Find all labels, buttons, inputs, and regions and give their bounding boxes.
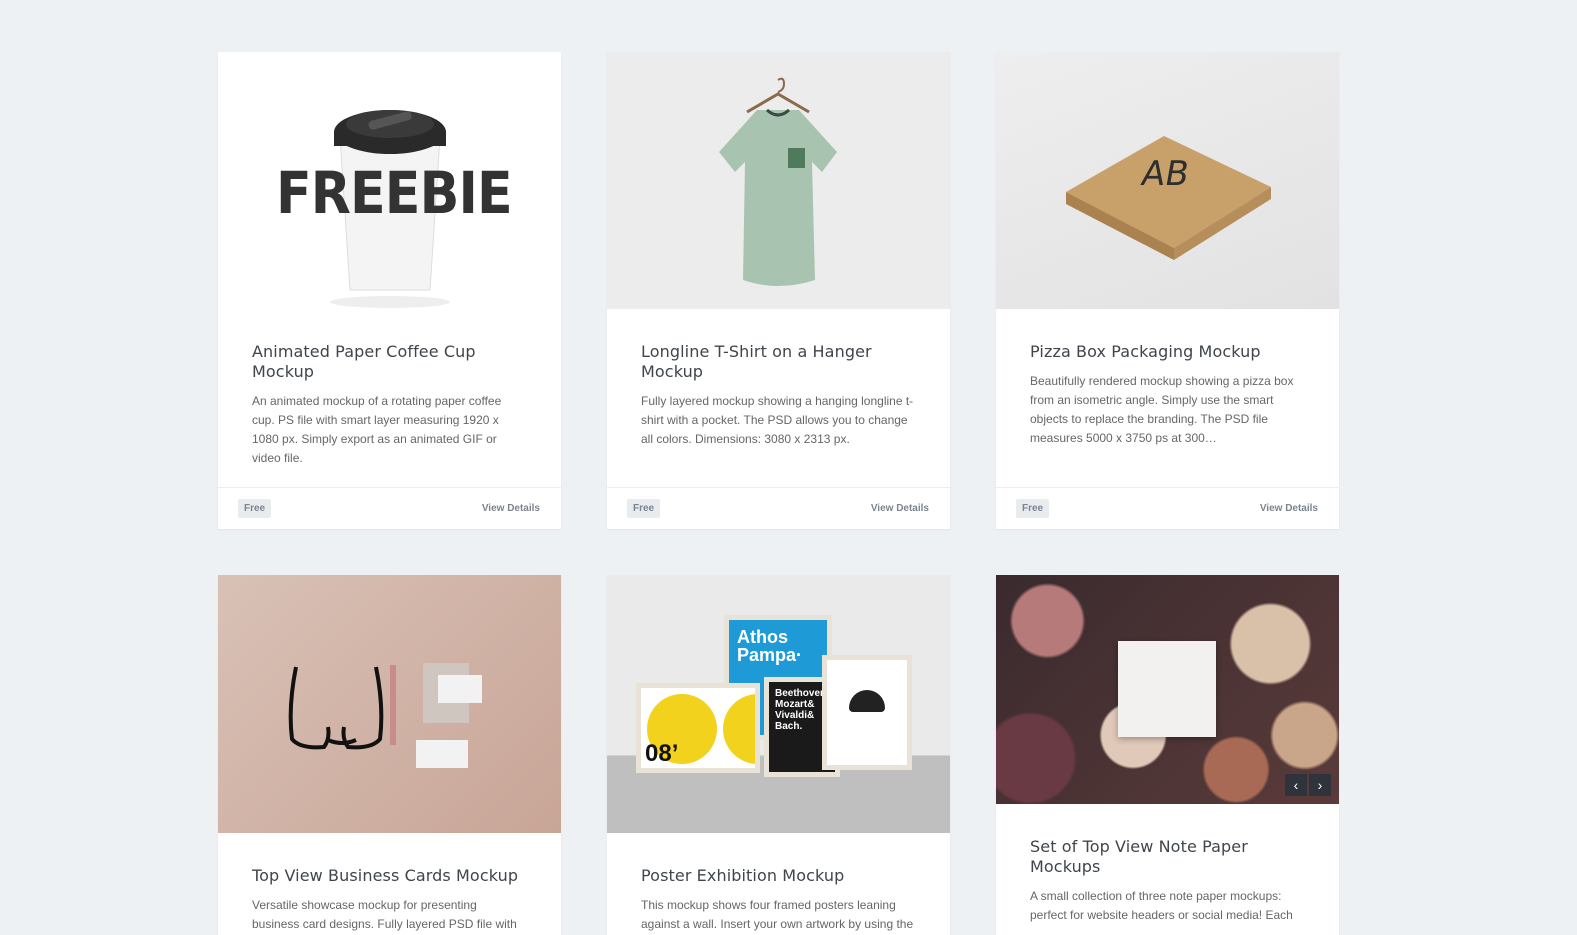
price-tag[interactable]: Free: [1016, 499, 1050, 518]
note-paper: [1118, 641, 1216, 737]
card-description: Fully layered mockup showing a hanging l…: [641, 394, 914, 446]
box-logo-text: AB: [1138, 154, 1193, 194]
card-description: A small collection of three note paper m…: [1030, 889, 1293, 922]
card-description: Beautifully rendered mockup showing a pi…: [1030, 374, 1294, 445]
card-thumbnail[interactable]: [218, 575, 561, 833]
card-thumbnail[interactable]: AB: [996, 52, 1339, 309]
card-image-slider[interactable]: ‹ ›: [996, 575, 1339, 804]
card-thumbnail[interactable]: Athos Pampa· 08’ Beethoven& Mozart& Viva…: [607, 575, 950, 833]
card-tshirt[interactable]: Longline T-Shirt on a Hanger Mockup Full…: [607, 52, 950, 529]
price-tag[interactable]: Free: [238, 499, 272, 518]
card-footer: Free View Details: [218, 487, 561, 529]
slider-prev-button[interactable]: ‹: [1285, 774, 1307, 796]
view-details-link[interactable]: View Details: [1260, 503, 1318, 514]
view-details-link[interactable]: View Details: [482, 503, 540, 514]
glasses-cards-illustration: [288, 663, 482, 768]
card-pizza-box[interactable]: AB Pizza Box Packaging Mockup Beautifull…: [996, 52, 1339, 529]
card-footer: Free View Details: [607, 487, 950, 529]
card-description: Versatile showcase mockup for presenting…: [252, 898, 517, 931]
card-description: This mockup shows four framed posters le…: [641, 898, 914, 931]
poster-white: [822, 655, 912, 770]
card-title[interactable]: Poster Exhibition Mockup: [641, 866, 916, 886]
card-poster-exhibition[interactable]: Athos Pampa· 08’ Beethoven& Mozart& Viva…: [607, 575, 950, 935]
card-coffee-cup[interactable]: FREEBIE Animated Paper Coffee Cup Mockup…: [218, 52, 561, 529]
card-description: An animated mockup of a rotating paper c…: [252, 394, 502, 465]
card-thumbnail[interactable]: [607, 52, 950, 309]
freebie-text: FREEBIE: [276, 159, 513, 227]
view-details-link[interactable]: View Details: [871, 503, 929, 514]
card-title[interactable]: Pizza Box Packaging Mockup: [1030, 342, 1305, 362]
card-footer: Free View Details: [996, 487, 1339, 529]
poster-yellow: 08’: [636, 683, 760, 773]
tshirt-illustration: [719, 77, 837, 286]
card-title[interactable]: Longline T-Shirt on a Hanger Mockup: [641, 342, 916, 382]
card-title[interactable]: Top View Business Cards Mockup: [252, 866, 527, 886]
card-title[interactable]: Set of Top View Note Paper Mockups: [1030, 837, 1305, 877]
card-thumbnail[interactable]: FREEBIE: [218, 52, 561, 309]
card-note-paper[interactable]: ‹ › Set of Top View Note Paper Mockups A…: [996, 575, 1339, 935]
price-tag[interactable]: Free: [627, 499, 661, 518]
card-title[interactable]: Animated Paper Coffee Cup Mockup: [252, 342, 527, 382]
card-business-cards[interactable]: Top View Business Cards Mockup Versatile…: [218, 575, 561, 935]
slider-next-button[interactable]: ›: [1309, 774, 1331, 796]
